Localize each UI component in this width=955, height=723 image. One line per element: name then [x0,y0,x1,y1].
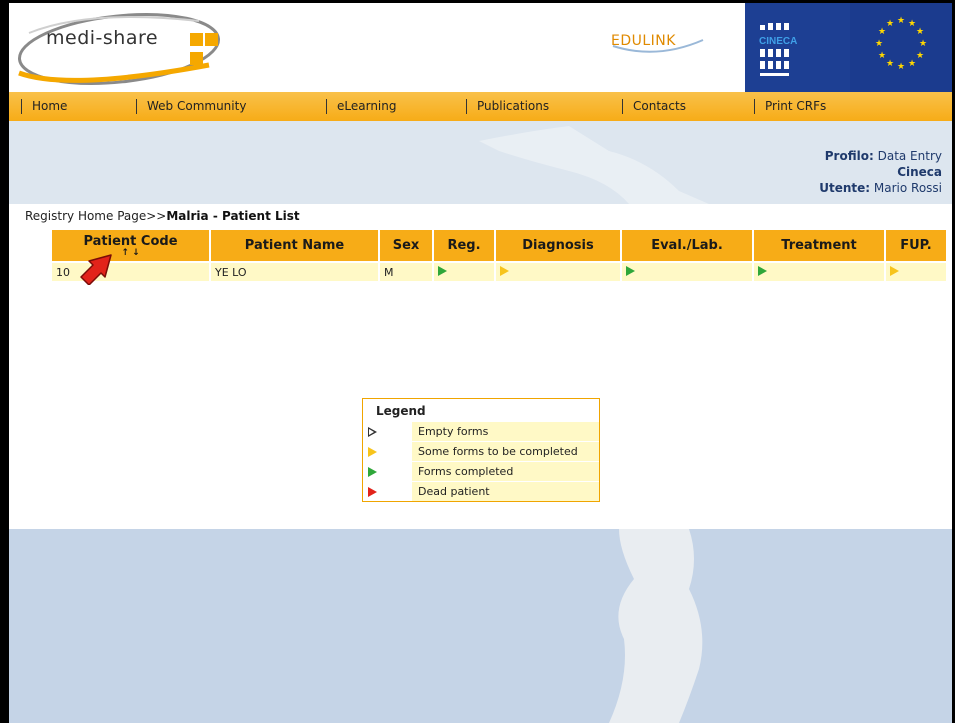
svg-text:★: ★ [908,59,916,69]
sort-arrows-icon[interactable]: ↑ ↓ [52,248,209,258]
map-background-icon [479,126,709,204]
header: medi-share EDULINK CINECA ★ ★ ★ ★ ★ ★ ★ … [9,3,952,92]
cineca-blocks-icon: CINECA [759,23,797,76]
table-header-row: Patient Code ↑ ↓ Patient Name Sex Reg. D… [52,230,946,261]
yellow-triangle-icon[interactable] [500,265,509,276]
utente-label: Utente: [819,181,871,195]
nav-contacts[interactable]: Contacts [622,99,686,114]
profilo-label: Profilo: [824,149,874,163]
svg-text:★: ★ [897,16,905,26]
nav-web-community[interactable]: Web Community [136,99,246,114]
col-reg[interactable]: Reg. [434,230,494,261]
cell-fup[interactable] [886,263,946,281]
legend-label: Empty forms [412,422,599,441]
svg-text:★: ★ [916,51,924,61]
cell-diagnosis[interactable] [496,263,620,281]
svg-text:CINECA: CINECA [759,36,797,47]
col-sex[interactable]: Sex [380,230,432,261]
utente-value: Mario Rossi [873,181,942,195]
col-patient-code[interactable]: Patient Code ↑ ↓ [52,230,209,261]
medishare-logo[interactable]: medi-share [9,3,234,92]
cineca-logo[interactable]: CINECA [745,3,850,92]
breadcrumb-current: Malria - Patient List [166,209,300,223]
svg-text:★: ★ [875,39,883,49]
legend-row: Empty forms [363,421,599,441]
edulink-swoosh-icon [612,39,704,53]
green-triangle-icon[interactable] [758,265,767,276]
org-name: Cineca [897,165,942,179]
legend-row: Forms completed [363,461,599,481]
svg-text:★: ★ [916,27,924,37]
cell-treatment[interactable] [754,263,884,281]
svg-text:★: ★ [886,19,894,29]
col-treatment[interactable]: Treatment [754,230,884,261]
nav-home[interactable]: Home [21,99,67,114]
yellow-triangle-icon[interactable] [890,265,899,276]
legend-row: Dead patient [363,481,599,501]
col-patient-name[interactable]: Patient Name [211,230,378,261]
eu-flag-logo: ★ ★ ★ ★ ★ ★ ★ ★ ★ ★ ★ ★ [850,3,952,92]
col-eval-lab[interactable]: Eval./Lab. [622,230,752,261]
red-arrow-pointer-icon [80,254,112,285]
cell-patient-name: YE LO [211,263,378,281]
svg-text:★: ★ [897,62,905,72]
green-triangle-icon [368,466,377,477]
cell-patient-code[interactable]: 10 [52,263,209,281]
col-diagnosis[interactable]: Diagnosis [496,230,620,261]
col-patient-code-label: Patient Code [83,233,178,249]
red-triangle-icon [368,486,377,497]
breadcrumb: Registry Home Page>>Malria - Patient Lis… [25,209,300,223]
logo-text: medi-share [46,27,159,49]
svg-text:★: ★ [886,59,894,69]
breadcrumb-home-link[interactable]: Registry Home Page>> [25,209,166,223]
cell-sex: M [380,263,432,281]
page: medi-share EDULINK CINECA ★ ★ ★ ★ ★ ★ ★ … [9,3,952,723]
yellow-triangle-icon [368,446,377,457]
nav-print-crfs[interactable]: Print CRFs [754,99,826,114]
nav-publications[interactable]: Publications [466,99,549,114]
legend-title: Legend [376,404,426,418]
legend-label: Some forms to be completed [412,442,599,461]
legend-box: Legend Empty forms Some forms to be comp… [362,398,600,502]
legend-row: Some forms to be completed [363,441,599,461]
cell-eval-lab[interactable] [622,263,752,281]
patient-table: Patient Code ↑ ↓ Patient Name Sex Reg. D… [50,228,948,283]
empty-triangle-icon [368,426,377,437]
map-footer-background [9,529,952,723]
svg-text:★: ★ [878,51,886,61]
legend-label: Dead patient [412,482,599,501]
map-africa-icon [609,529,703,723]
profilo-value: Data Entry [877,149,942,163]
table-row[interactable]: 10 YE LO M [52,263,946,281]
edulink-logo[interactable]: EDULINK [611,33,704,53]
svg-text:★: ★ [908,19,916,29]
col-fup[interactable]: FUP. [886,230,946,261]
svg-text:★: ★ [878,27,886,37]
logo-boxes [190,31,234,69]
green-triangle-icon[interactable] [626,265,635,276]
user-profile: Profilo: Data Entry Cineca Utente: Mario… [819,148,942,196]
nav-elearning[interactable]: eLearning [326,99,396,114]
map-band [9,121,952,204]
eu-stars-icon: ★ ★★★ ★★★★ ★★★★ [875,16,927,72]
nav-bar: Home Web Community eLearning Publication… [9,92,952,122]
legend-label: Forms completed [412,462,599,481]
green-triangle-icon[interactable] [438,265,447,276]
svg-text:★: ★ [919,39,927,49]
cell-reg[interactable] [434,263,494,281]
